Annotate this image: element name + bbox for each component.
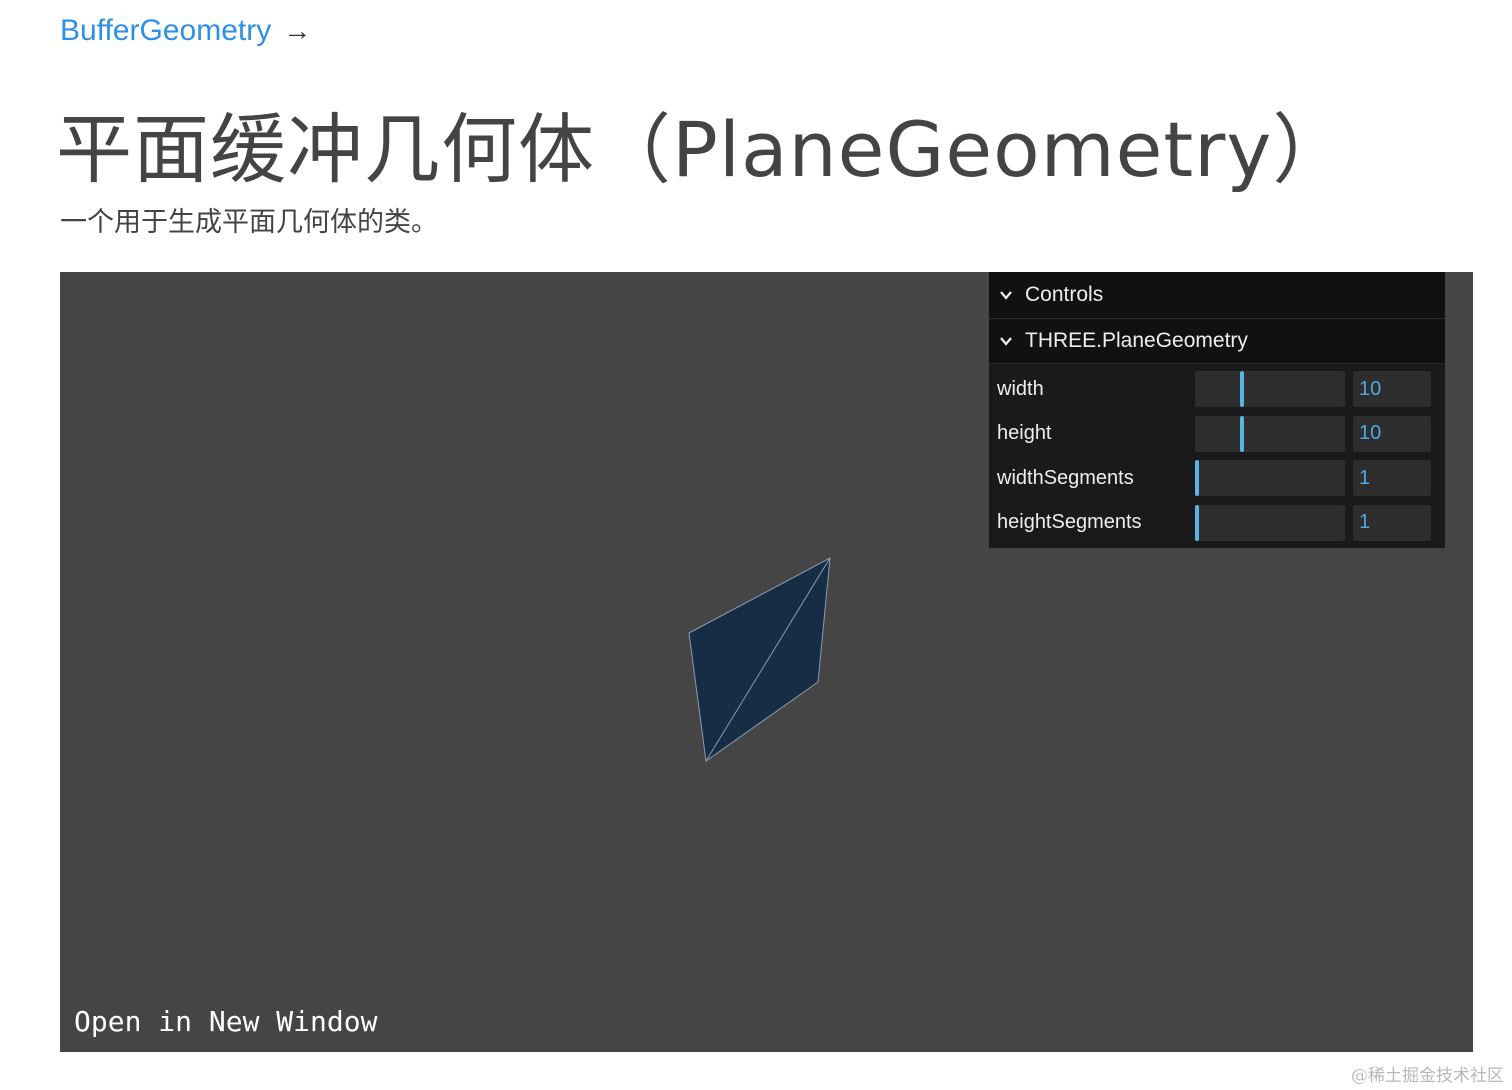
page: BufferGeometry → 平面缓冲几何体（PlaneGeometry） … xyxy=(0,0,1512,1090)
control-row-height: height 10 xyxy=(997,415,1437,453)
page-title: 平面缓冲几何体（PlaneGeometry） xyxy=(56,105,1350,194)
height-segments-input[interactable]: 1 xyxy=(1353,504,1431,541)
control-row-width: width 10 xyxy=(997,370,1437,408)
breadcrumb-label[interactable]: BufferGeometry xyxy=(60,14,271,48)
width-input[interactable]: 10 xyxy=(1353,371,1431,407)
control-row-height-segments: heightSegments 1 xyxy=(997,504,1437,542)
breadcrumb-link[interactable]: BufferGeometry → xyxy=(60,14,311,48)
width-slider[interactable] xyxy=(1195,371,1345,407)
arrow-right-icon: → xyxy=(283,15,312,46)
slider-handle[interactable] xyxy=(1240,415,1244,452)
height-input[interactable]: 10 xyxy=(1353,415,1431,452)
3d-viewport[interactable]: Open in New Window Controls THREE.PlaneG… xyxy=(60,272,1473,1052)
controls-header-label: Controls xyxy=(1025,283,1104,306)
plane-mesh xyxy=(688,557,831,762)
control-label: height xyxy=(997,422,1052,445)
controls-rows: width 10 height 10 widthSegments 1 heigh… xyxy=(989,364,1445,548)
open-in-new-window-link[interactable]: Open in New Window xyxy=(74,1005,377,1038)
chevron-down-icon xyxy=(1000,291,1012,300)
folder-label: THREE.PlaneGeometry xyxy=(1025,329,1248,352)
page-description: 一个用于生成平面几何体的类。 xyxy=(60,207,438,238)
chevron-down-icon xyxy=(1000,337,1012,346)
width-segments-slider[interactable] xyxy=(1195,460,1345,497)
controls-header[interactable]: Controls xyxy=(989,272,1445,319)
control-label: width xyxy=(997,377,1044,400)
slider-handle[interactable] xyxy=(1240,371,1244,407)
height-segments-slider[interactable] xyxy=(1195,504,1345,541)
watermark: @稀土掘金技术社区 xyxy=(1351,1066,1504,1086)
height-slider[interactable] xyxy=(1195,415,1345,452)
slider-handle[interactable] xyxy=(1195,460,1199,497)
control-label: heightSegments xyxy=(997,511,1142,534)
slider-handle[interactable] xyxy=(1195,504,1199,541)
controls-panel: Controls THREE.PlaneGeometry width 10 he… xyxy=(989,272,1445,548)
control-row-width-segments: widthSegments 1 xyxy=(997,459,1437,497)
control-label: widthSegments xyxy=(997,466,1134,489)
width-segments-input[interactable]: 1 xyxy=(1353,460,1431,497)
folder-plane-geometry[interactable]: THREE.PlaneGeometry xyxy=(989,319,1445,364)
